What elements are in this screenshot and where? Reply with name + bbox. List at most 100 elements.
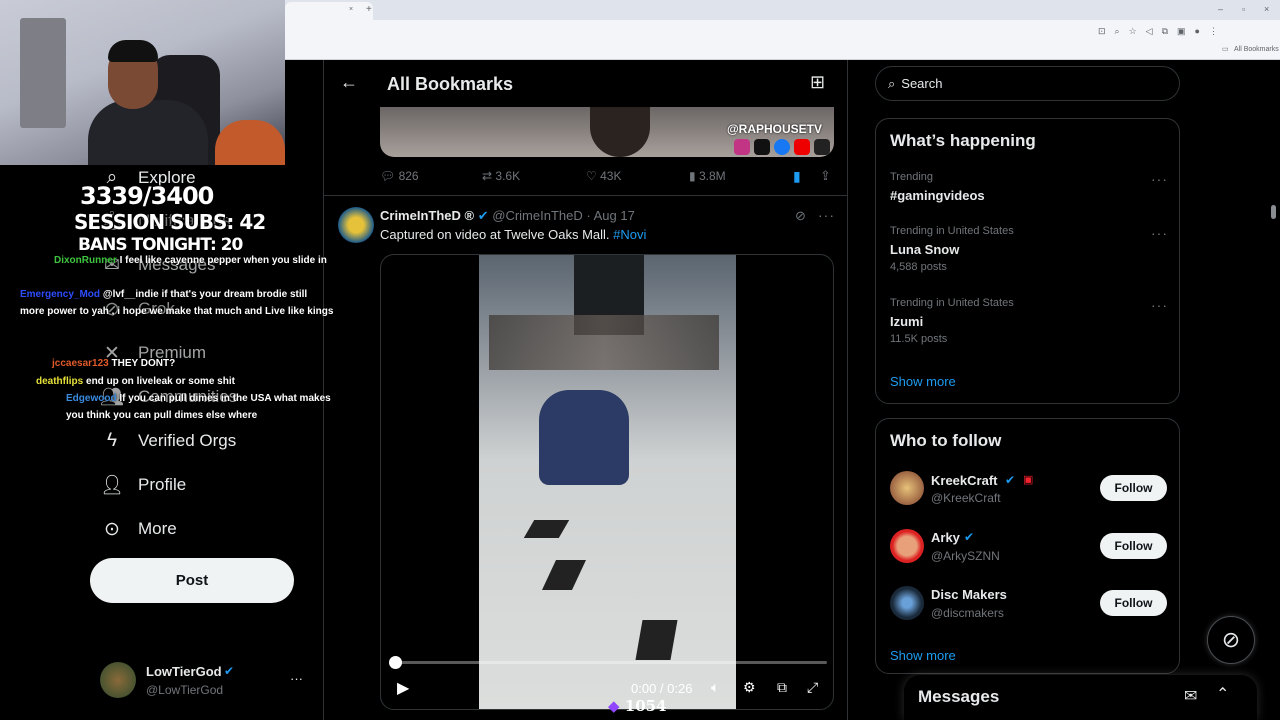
search-icon: ⌕: [888, 75, 896, 91]
chat-message: deathflips end up on liveleak or some sh…: [36, 373, 332, 390]
media-detail: [590, 107, 650, 157]
grok-fab[interactable]: ⊘: [1207, 616, 1255, 664]
chat-username: Emergency_Mod: [20, 289, 101, 300]
person-icon: 👤︎: [99, 475, 125, 496]
trend-more-icon[interactable]: ···: [1151, 171, 1168, 187]
follow-handle[interactable]: @ArkySZNN: [931, 549, 1000, 563]
follow-name[interactable]: Arky: [931, 530, 960, 545]
streamer-webcam: [0, 0, 285, 165]
account-switcher[interactable]: LowTierGod ✔ @LowTierGod ···: [90, 656, 315, 704]
show-more-follow-link[interactable]: Show more: [890, 648, 956, 663]
follow-handle[interactable]: @discmakers: [931, 606, 1004, 620]
grok-icon[interactable]: ⊘: [795, 208, 806, 224]
zoom-icon[interactable]: ⌕: [1115, 26, 1120, 37]
tweet-author-name[interactable]: CrimeInTheD ®: [380, 208, 474, 223]
chat-text: THEY DONT?: [111, 358, 176, 369]
post-button[interactable]: Post: [90, 558, 294, 603]
search-input[interactable]: ⌕ Search: [875, 66, 1180, 101]
account-handle: @LowTierGod: [146, 683, 224, 697]
messages-drawer-title: Messages: [918, 687, 1000, 706]
trend-more-icon[interactable]: ···: [1151, 297, 1168, 313]
trend-item[interactable]: Trending in United States Izumi 11.5K po…: [876, 295, 1179, 355]
prev-tweet-media[interactable]: @RAPHOUSETV: [380, 107, 834, 157]
browser-toolbar: ⊡ ⌕ ☆ ◁ ⧉ ▣ ● ⋮: [1098, 26, 1218, 37]
tweet-author-avatar[interactable]: [338, 207, 374, 243]
follow-avatar[interactable]: [890, 586, 924, 620]
chat-text: I feel like cayenne pepper when you slid…: [119, 255, 327, 266]
page-title: All Bookmarks: [387, 74, 514, 94]
hashtag-link[interactable]: #Novi: [613, 227, 646, 242]
tweet-date[interactable]: · Aug 17: [586, 208, 634, 223]
extension-icon[interactable]: ⧉: [1162, 26, 1168, 37]
scrubber-knob[interactable]: [389, 656, 402, 669]
browser-menu-icon[interactable]: ⋮: [1209, 26, 1218, 37]
video-player[interactable]: ▶ 0:00 / 0:26 🔈︎ ⚙ ⧉ ⤢: [380, 254, 834, 710]
nav-label: More: [138, 519, 177, 538]
nav-verified-orgs[interactable]: ϟ Verified Orgs: [100, 423, 236, 459]
bits-value: 1054: [624, 697, 667, 715]
close-window-icon[interactable]: ×: [1264, 4, 1269, 14]
fullscreen-icon[interactable]: ⤢: [807, 679, 818, 696]
expand-chevron-icon[interactable]: ⌃: [1216, 684, 1229, 704]
reply-count: 826: [398, 169, 419, 183]
messages-drawer[interactable]: Messages ✉ ⌃: [904, 675, 1257, 720]
follow-button[interactable]: Follow: [1100, 533, 1167, 559]
mute-icon[interactable]: ◁: [1146, 26, 1153, 37]
show-more-trends-link[interactable]: Show more: [890, 374, 956, 389]
volume-icon[interactable]: 🔈︎: [711, 679, 719, 696]
account-more-icon[interactable]: ···: [290, 671, 303, 686]
install-icon[interactable]: ⊡: [1098, 26, 1106, 37]
trend-context: Trending in United States: [890, 297, 1014, 309]
follow-button[interactable]: Follow: [1100, 475, 1167, 501]
bookmark-filled-icon[interactable]: ▮: [793, 168, 801, 185]
share-icon[interactable]: ⇪: [820, 168, 831, 184]
follow-avatar[interactable]: [890, 471, 924, 505]
tab-close-button[interactable]: ×: [349, 6, 353, 13]
follow-name[interactable]: Disc Makers: [931, 587, 1007, 602]
nav-more[interactable]: ⊙ More: [100, 511, 177, 547]
all-bookmarks-link[interactable]: All Bookmarks: [1234, 46, 1279, 53]
more-circle-icon: ⊙: [104, 518, 120, 540]
tweet-author-handle[interactable]: @CrimeInTheD: [492, 208, 583, 223]
star-icon[interactable]: ☆: [1129, 26, 1137, 37]
chat-message: Edgewood If you can pull dimes in the US…: [66, 390, 336, 424]
follow-avatar[interactable]: [890, 529, 924, 563]
new-tab-button[interactable]: +: [366, 4, 372, 15]
follow-handle[interactable]: @KreekCraft: [931, 491, 1001, 505]
views-button[interactable]: ▮ 3.8M: [689, 169, 726, 183]
reply-button[interactable]: 💬︎ 826: [380, 169, 419, 183]
pip-icon[interactable]: ⧉: [777, 679, 787, 696]
profile-icon[interactable]: ●: [1195, 26, 1200, 37]
sidebar-icon[interactable]: ▣: [1177, 26, 1186, 37]
crowd: [489, 315, 719, 370]
tweet-more-icon[interactable]: ···: [818, 207, 835, 223]
new-message-icon[interactable]: ✉: [1184, 686, 1197, 706]
nav-profile[interactable]: 👤︎ Profile: [100, 467, 186, 503]
lightning-icon: ϟ: [106, 430, 118, 451]
minimize-icon[interactable]: –: [1218, 4, 1223, 14]
video-scrubber[interactable]: [389, 656, 827, 669]
views-count: 3.8M: [698, 169, 726, 183]
verified-badge-icon: ✔: [964, 530, 975, 544]
chat-message: Emergency_Mod @lvf__indie if that's your…: [20, 286, 334, 320]
like-button[interactable]: ♡ 43K: [586, 169, 621, 183]
repost-button[interactable]: ⇄ 3.6K: [482, 169, 520, 183]
browser-tab[interactable]: ×: [285, 2, 373, 20]
settings-gear-icon[interactable]: ⚙: [743, 679, 756, 696]
trend-posts: 4,588 posts: [890, 261, 947, 273]
bookmark-folder-add-icon[interactable]: ⊞: [810, 72, 825, 93]
video-time: 0:00 / 0:26: [631, 681, 693, 696]
back-arrow-icon[interactable]: ←: [340, 72, 358, 93]
follow-button[interactable]: Follow: [1100, 590, 1167, 616]
x-logo-icon: [754, 139, 770, 155]
trend-item[interactable]: Trending #gamingvideos ···: [876, 169, 1179, 217]
prev-tweet-actions: 💬︎ 826 ⇄ 3.6K ♡ 43K ▮ 3.8M ▮ ⇪: [380, 168, 835, 186]
streamer-hair: [108, 40, 158, 62]
maximize-icon[interactable]: ▫: [1242, 4, 1245, 14]
trend-more-icon[interactable]: ···: [1151, 225, 1168, 241]
play-icon[interactable]: ▶: [397, 678, 409, 698]
trend-item[interactable]: Trending in United States Luna Snow 4,58…: [876, 223, 1179, 283]
floor-tile: [635, 620, 678, 660]
follow-name[interactable]: KreekCraft: [931, 473, 997, 488]
page-scrollbar[interactable]: [1271, 205, 1276, 219]
